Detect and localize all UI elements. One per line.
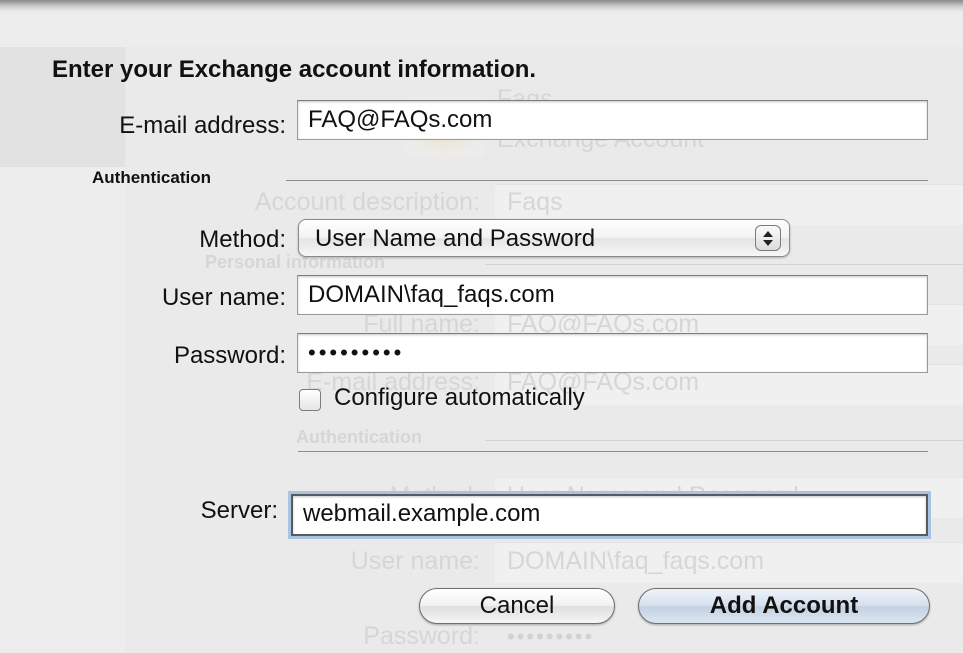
username-label: User name: — [161, 284, 286, 311]
username-field[interactable]: DOMAIN\faq_faqs.com — [297, 275, 928, 315]
email-field[interactable]: FAQ@FAQs.com — [297, 100, 928, 140]
add-account-button[interactable]: Add Account — [638, 588, 930, 624]
sheet-heading: Enter your Exchange account information. — [52, 56, 537, 83]
cancel-button[interactable]: Cancel — [419, 588, 615, 624]
server-label: Server: — [200, 497, 278, 524]
exchange-account-sheet: Enter your Exchange account information.… — [0, 0, 963, 653]
method-value: User Name and Password — [315, 225, 596, 252]
server-field[interactable]: webmail.example.com — [288, 491, 931, 539]
email-label: E-mail address: — [119, 112, 286, 139]
method-label: Method: — [199, 226, 286, 253]
configure-automatically-label[interactable]: Configure automatically — [334, 384, 585, 412]
updown-arrows-icon — [755, 225, 781, 251]
configure-automatically-checkbox[interactable] — [299, 389, 321, 411]
password-label: Password: — [173, 342, 286, 369]
server-divider — [298, 451, 928, 452]
authentication-rule — [286, 180, 928, 181]
method-select[interactable]: User Name and Password — [298, 219, 790, 257]
password-field[interactable]: ••••••••• — [297, 333, 928, 373]
authentication-heading: Authentication — [92, 168, 211, 187]
